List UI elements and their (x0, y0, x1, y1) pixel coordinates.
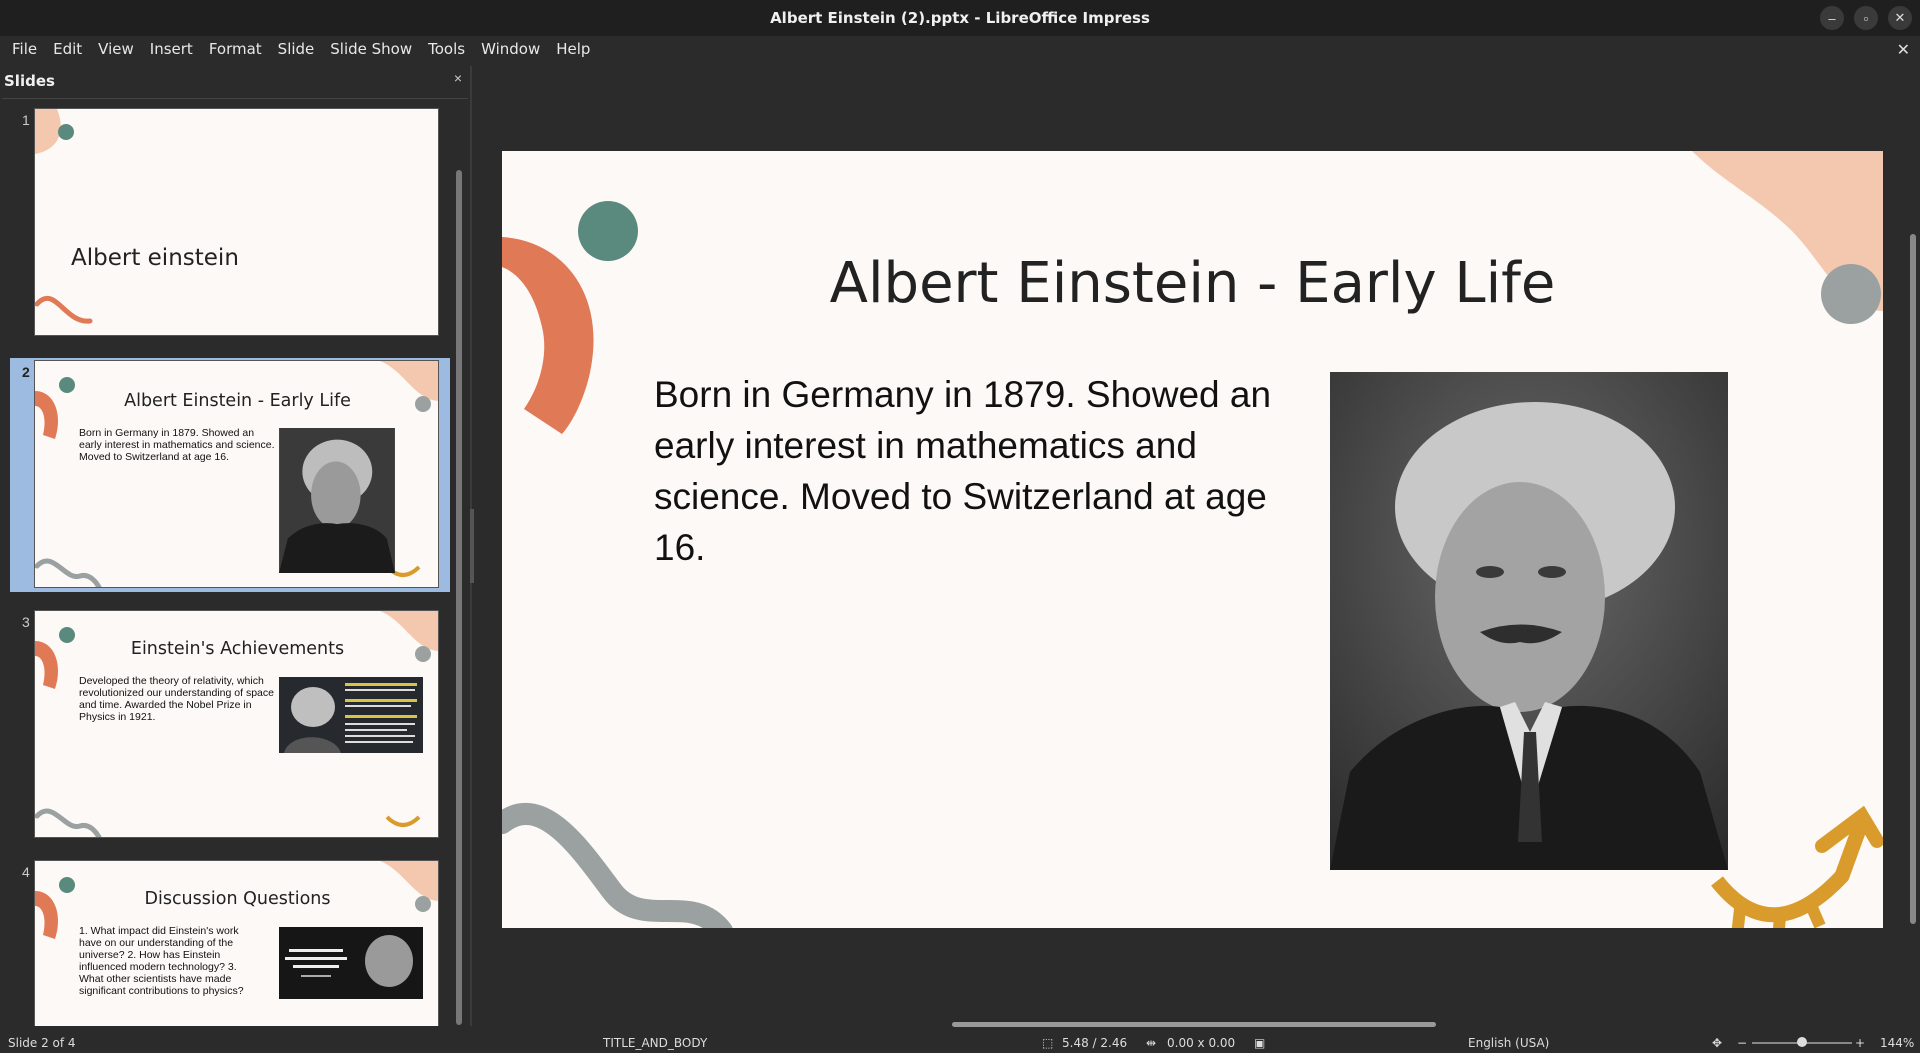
einstein-portrait-image[interactable] (1330, 372, 1728, 870)
zoom-in-button[interactable]: + (1855, 1036, 1865, 1050)
slides-pane-scrollbar[interactable] (455, 170, 463, 1025)
menu-edit[interactable]: Edit (45, 40, 90, 58)
slide-number: 3 (22, 614, 30, 630)
divider (2, 98, 468, 99)
slide-preview: Discussion Questions 1. What impact did … (34, 860, 439, 1026)
menu-format[interactable]: Format (201, 40, 270, 58)
slide-body-text[interactable]: Born in Germany in 1879. Showed an early… (654, 369, 1294, 573)
slide-title[interactable]: Albert Einstein - Early Life (502, 251, 1883, 316)
slide-thumbnails: 1 Albert einstein 2 Albert Einstein - Ea… (2, 100, 457, 1026)
slide-title: Albert einstein (71, 245, 239, 271)
slide-thumbnail-4[interactable]: 4 Discussion Questions 1. What impact di… (10, 858, 450, 1026)
fit-slide-icon[interactable]: ✥ (1712, 1036, 1722, 1050)
slides-pane-title: Slides (4, 72, 55, 90)
window-controls: – ▫ ✕ (1820, 6, 1912, 30)
quote-image (279, 927, 423, 999)
slide-body: 1. What impact did Einstein's work have … (79, 925, 244, 997)
current-slide[interactable]: Albert Einstein - Early Life Born in Ger… (502, 151, 1883, 928)
zoom-slider-knob[interactable] (1797, 1037, 1807, 1047)
slide-title: Einstein's Achievements (130, 639, 345, 659)
slide-thumbnail-2[interactable]: 2 Albert Einstein - Early Life Born in G… (10, 358, 450, 592)
slide-number: 2 (22, 364, 30, 380)
slide-counter: Slide 2 of 4 (8, 1036, 76, 1050)
window-title: Albert Einstein (2).pptx - LibreOffice I… (770, 9, 1150, 27)
close-document-icon[interactable]: ✕ (1897, 40, 1910, 60)
menu-insert[interactable]: Insert (142, 40, 201, 58)
editor-horizontal-scrollbar[interactable] (952, 1022, 1436, 1027)
slide-title: Albert Einstein - Early Life (124, 391, 351, 411)
layout-name: TITLE_AND_BODY (603, 1036, 708, 1050)
slide-body: Born in Germany in 1879. Showed an early… (79, 427, 275, 463)
slide-number: 4 (22, 864, 30, 880)
slides-pane: Slides × 1 Albert einstein 2 Albert Eins… (0, 66, 472, 1026)
status-bar: Slide 2 of 4 TITLE_AND_BODY ⬚ 5.48 / 2.4… (0, 1033, 1920, 1053)
cursor-position: 5.48 / 2.46 (1062, 1036, 1128, 1050)
slide-title: Discussion Questions (144, 889, 331, 909)
position-icon: ⬚ (1042, 1036, 1054, 1050)
slide-editor: Albert Einstein - Early Life Born in Ger… (474, 66, 1920, 1027)
close-button[interactable]: ✕ (1888, 6, 1912, 30)
slide-number: 1 (22, 112, 30, 128)
slide-decor (35, 109, 93, 324)
menu-view[interactable]: View (90, 40, 142, 58)
save-status-icon: ▣ (1254, 1036, 1266, 1050)
size-icon: ⇹ (1146, 1036, 1157, 1050)
menu-help[interactable]: Help (548, 40, 598, 58)
language[interactable]: English (USA) (1468, 1036, 1549, 1050)
menu-slide-show[interactable]: Slide Show (322, 40, 420, 58)
slide-preview: Einstein's Achievements Developed the th… (34, 610, 439, 838)
close-pane-icon[interactable]: × (454, 70, 462, 86)
slide-body: Developed the theory of relativity, whic… (79, 675, 274, 723)
portrait-image (279, 428, 395, 573)
menu-bar: File Edit View Insert Format Slide Slide… (0, 36, 1920, 62)
minimize-button[interactable]: – (1820, 6, 1844, 30)
infographic-image (279, 677, 423, 753)
maximize-button[interactable]: ▫ (1854, 6, 1878, 30)
menu-window[interactable]: Window (473, 40, 548, 58)
title-bar: Albert Einstein (2).pptx - LibreOffice I… (0, 0, 1920, 36)
slide-thumbnail-3[interactable]: 3 Einstein's Achievements Developed the … (10, 608, 450, 842)
zoom-out-button[interactable]: − (1737, 1036, 1747, 1050)
slide-preview: Albert einstein (34, 108, 439, 336)
menu-tools[interactable]: Tools (420, 40, 473, 58)
zoom-level[interactable]: 144% (1880, 1036, 1914, 1050)
scrollbar-thumb[interactable] (456, 170, 462, 1025)
editor-vertical-scrollbar[interactable] (1910, 234, 1916, 924)
menu-file[interactable]: File (4, 40, 45, 58)
menu-slide[interactable]: Slide (270, 40, 323, 58)
slide-thumbnail-1[interactable]: 1 Albert einstein (10, 106, 450, 340)
slide-preview: Albert Einstein - Early Life Born in Ger… (34, 360, 439, 588)
object-size: 0.00 x 0.00 (1167, 1036, 1236, 1050)
